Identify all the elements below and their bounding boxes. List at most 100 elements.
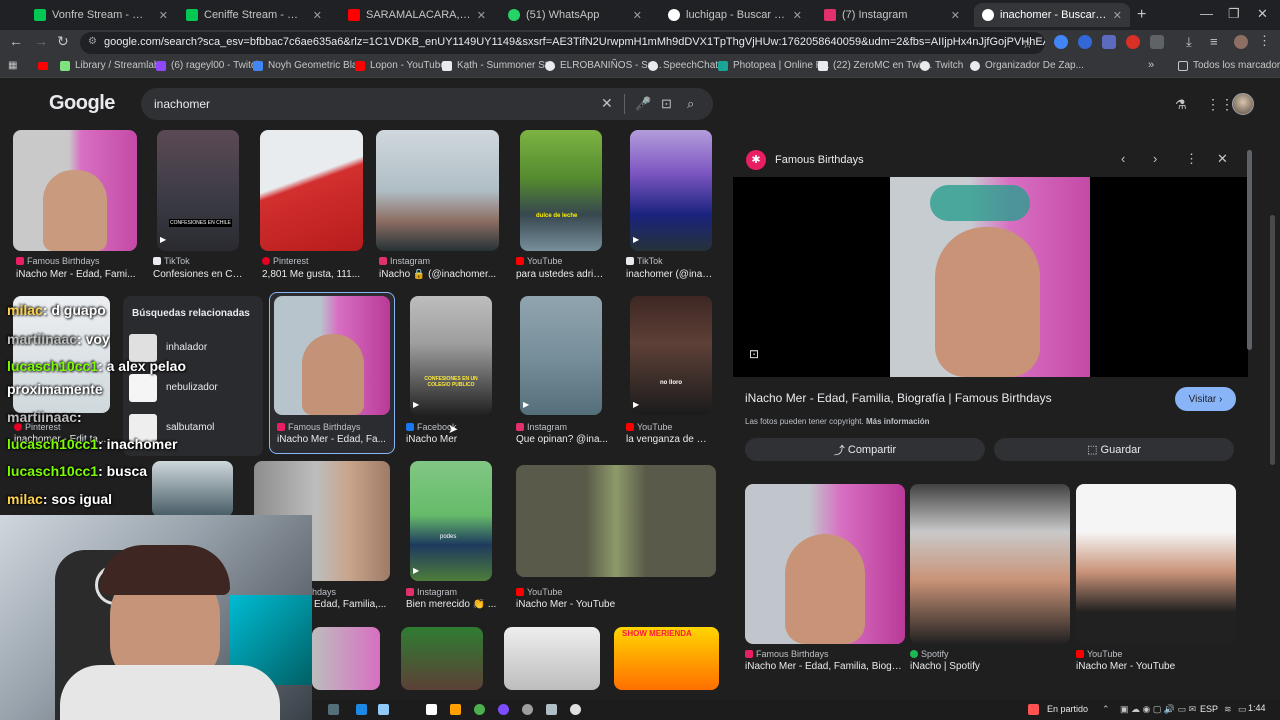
result-thumbnail[interactable] <box>260 130 363 251</box>
result-title[interactable]: la venganza de mi... <box>626 434 714 445</box>
result-title[interactable]: 2,801 Me gusta, 111... <box>262 269 362 280</box>
result-title[interactable]: iNacho Mer - Edad, Fa... <box>277 434 387 445</box>
preview-site-name[interactable]: Famous Birthdays <box>775 154 864 166</box>
result-title[interactable]: Confesiones en Ch... <box>153 269 246 280</box>
bookmark-star-icon[interactable]: ☆ <box>1022 37 1033 51</box>
result-thumbnail[interactable] <box>312 627 380 690</box>
bookmark-item[interactable]: Twitch <box>920 60 963 71</box>
search-icon[interactable]: ⌕ <box>687 96 694 112</box>
new-tab-button[interactable]: + <box>1137 6 1146 24</box>
close-window-icon[interactable]: ✕ <box>1257 6 1268 22</box>
result-thumbnail[interactable] <box>504 627 600 690</box>
taskbar-app-icon[interactable] <box>378 704 389 715</box>
related-title[interactable]: iNacho Mer - YouTube <box>1076 661 1236 672</box>
tray-expand-icon[interactable]: ⌃ <box>1102 704 1110 715</box>
download-icon[interactable]: ⤓ <box>1186 34 1192 50</box>
bookmark-item[interactable]: (22) ZeroMC en Twit... <box>818 60 932 71</box>
next-image-icon[interactable]: › <box>1153 151 1157 166</box>
profile-avatar[interactable] <box>1234 35 1248 49</box>
result-thumbnail[interactable]: CONFESIONES EN CHILE ▶ <box>157 130 239 251</box>
youtube-icon[interactable] <box>38 62 48 70</box>
result-title[interactable]: iNacho Mer - YouTube <box>516 599 666 610</box>
result-thumbnail[interactable] <box>152 461 233 517</box>
close-icon[interactable]: ✕ <box>1217 151 1228 167</box>
close-icon[interactable]: ✕ <box>951 9 960 22</box>
clock[interactable]: 1:44 <box>1248 703 1266 713</box>
page-scrollbar[interactable] <box>1270 215 1275 465</box>
result-thumbnail[interactable] <box>274 296 390 415</box>
address-bar[interactable]: ⚙ google.com/search?sca_esv=bfbbac7c6ae6… <box>80 32 1045 54</box>
bookmark-item[interactable]: Photopea | Online P... <box>718 60 829 71</box>
extension-icon[interactable] <box>1102 35 1116 49</box>
bookmark-item[interactable]: Kạth - Summoner St... <box>442 60 556 71</box>
extensions-puzzle-icon[interactable] <box>1150 35 1164 49</box>
result-thumbnail[interactable] <box>401 627 483 690</box>
more-bookmarks-icon[interactable]: » <box>1148 59 1154 71</box>
clear-icon[interactable]: ✕ <box>601 95 613 112</box>
apps-grid-icon[interactable]: ⋮⋮ <box>1206 96 1234 113</box>
restore-icon[interactable]: ❐ <box>1228 6 1240 22</box>
result-title[interactable]: inachomer (@inac... <box>626 269 714 280</box>
tab-luchigap[interactable]: luchigap - Buscar con Google ✕ <box>660 3 810 27</box>
extension-icon[interactable] <box>1078 35 1092 49</box>
close-icon[interactable]: ✕ <box>159 9 168 22</box>
close-icon[interactable]: ✕ <box>477 9 486 22</box>
close-icon[interactable]: ✕ <box>313 9 322 22</box>
extension-icon[interactable] <box>1126 35 1140 49</box>
prev-image-icon[interactable]: ‹ <box>1121 151 1125 166</box>
bookmark-item[interactable]: SpeechChat <box>648 60 718 71</box>
search-input[interactable]: inachomer <box>154 97 210 111</box>
tab-instagram[interactable]: (7) Instagram ✕ <box>816 3 968 27</box>
bookmark-item[interactable]: Noyh Geometric Bla... <box>253 60 366 71</box>
taskbar-app-icon[interactable] <box>426 704 437 715</box>
microphone-icon[interactable]: 🎤 <box>635 96 651 112</box>
result-title[interactable]: Que opinan? @ina... <box>516 434 608 445</box>
game-status[interactable]: En partido <box>1047 704 1088 714</box>
result-title[interactable]: para ustedes adria... <box>516 269 606 280</box>
close-icon[interactable]: ✕ <box>793 9 802 22</box>
panel-scrollbar[interactable] <box>1247 150 1252 350</box>
related-title[interactable]: iNacho Mer - Edad, Familia, Biogra... <box>745 661 905 672</box>
wifi-icon[interactable]: ≋ <box>1224 704 1232 715</box>
search-box[interactable]: inachomer ✕ 🎤 ⊡ ⌕ <box>141 88 713 120</box>
account-avatar[interactable] <box>1232 93 1254 115</box>
lens-icon[interactable]: ⊡ <box>661 96 672 112</box>
bookmark-item[interactable]: Organizador De Zap... <box>970 60 1084 71</box>
taskbar-app-icon[interactable] <box>450 704 461 715</box>
result-thumbnail[interactable]: podes ▶ <box>410 461 492 581</box>
result-thumbnail[interactable] <box>376 130 499 251</box>
result-title[interactable]: Edad, Familia,... <box>314 599 394 610</box>
lens-search-icon[interactable]: ⊡ <box>749 347 759 361</box>
result-thumbnail[interactable]: ▶ <box>630 130 712 251</box>
apps-icon[interactable]: ▦ <box>8 60 17 71</box>
google-logo[interactable]: Google <box>49 92 115 115</box>
back-icon[interactable]: ← <box>9 33 23 49</box>
battery-icon[interactable]: ▭ <box>1238 704 1247 715</box>
language-indicator[interactable]: ESP <box>1200 704 1218 714</box>
related-item[interactable]: nebulizador <box>129 374 257 402</box>
bookmark-item[interactable]: ELROBANIÑOS - Su... <box>545 60 662 71</box>
bookmark-item[interactable]: (6) rageyl00 - Twitch <box>156 60 261 71</box>
result-thumbnail[interactable] <box>516 465 716 577</box>
related-image[interactable] <box>745 484 905 644</box>
preview-image[interactable] <box>890 177 1090 377</box>
minimize-icon[interactable]: — <box>1200 6 1213 21</box>
visit-button[interactable]: Visitar › <box>1175 387 1236 411</box>
tab-vonfre[interactable]: Vonfre Stream - Watch Live ✕ <box>26 3 176 27</box>
share-button[interactable]: ⤴ Compartir <box>745 438 985 461</box>
all-bookmarks[interactable]: Todos los marcadores <box>1178 60 1280 71</box>
tray-icons[interactable]: ▣ ☁ ◉ ▢ 🔊 ▭ ✉ <box>1120 704 1196 715</box>
tab-whatsapp[interactable]: (51) WhatsApp ✕ <box>500 3 650 27</box>
result-thumbnail[interactable]: CONFESIONES EN UN COLEGIO PUBLICO ▶ <box>410 296 492 415</box>
menu-icon[interactable]: ⋮ <box>1258 33 1271 49</box>
preview-title[interactable]: iNacho Mer - Edad, Familia, Biografía | … <box>745 391 1052 405</box>
taskbar-app-icon[interactable] <box>498 704 509 715</box>
reload-icon[interactable]: ↻ <box>57 33 69 50</box>
save-button[interactable]: ⬚ Guardar <box>994 438 1234 461</box>
tab-saramalacara[interactable]: SARAMALACARA, Rojuu - BAP ✕ <box>340 3 494 27</box>
taskbar-app-icon[interactable] <box>546 704 557 715</box>
bookmark-item[interactable]: Library / Streamlabs <box>60 60 164 71</box>
more-info-link[interactable]: Más información <box>866 417 930 426</box>
media-icon[interactable]: ≡ <box>1210 34 1218 49</box>
taskbar-app-icon[interactable] <box>328 704 339 715</box>
